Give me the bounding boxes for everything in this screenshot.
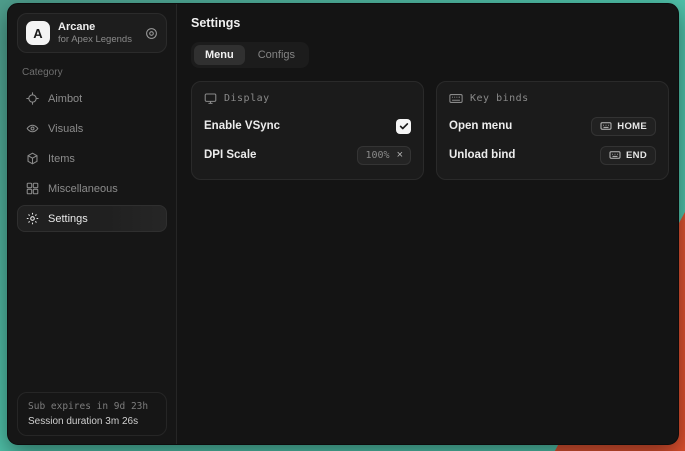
sidebar-item-label: Miscellaneous <box>48 183 118 195</box>
subscription-status-card: Sub expires in 9d 23h Session duration 3… <box>17 392 167 436</box>
sidebar-item-label: Items <box>48 153 75 165</box>
main-panel: Settings Menu Configs Display Enable VSy… <box>177 4 679 444</box>
eye-icon <box>26 122 39 135</box>
sidebar-item-label: Aimbot <box>48 93 82 105</box>
check-icon <box>399 121 409 131</box>
settings-cards: Display Enable VSync DPI Scale 100% × <box>191 81 669 180</box>
vsync-row: Enable VSync <box>204 114 411 138</box>
dpi-label: DPI Scale <box>204 149 256 161</box>
open-menu-row: Open menu HOME <box>449 114 656 138</box>
dpi-scale-input[interactable]: 100% × <box>357 146 411 165</box>
sidebar-item-aimbot[interactable]: Aimbot <box>17 85 167 112</box>
brand-card: A Arcane for Apex Legends <box>17 13 167 53</box>
app-window: A Arcane for Apex Legends Category Aimbo… <box>7 3 679 445</box>
brand-logo: A <box>26 21 50 45</box>
category-label: Category <box>22 67 162 78</box>
unload-bind-row: Unload bind END <box>449 143 656 167</box>
target-disc-icon[interactable] <box>145 27 158 40</box>
keyboard-icon <box>600 121 612 131</box>
unload-bind-key: END <box>626 150 647 161</box>
sidebar: A Arcane for Apex Legends Category Aimbo… <box>8 4 177 444</box>
display-card-title: Display <box>224 93 270 104</box>
settings-tabbar: Menu Configs <box>191 42 309 68</box>
tab-configs[interactable]: Configs <box>247 45 306 65</box>
brand-text: Arcane for Apex Legends <box>58 21 132 45</box>
session-duration-text: Session duration 3m 26s <box>28 416 156 427</box>
sidebar-item-miscellaneous[interactable]: Miscellaneous <box>17 175 167 202</box>
vsync-checkbox[interactable] <box>396 119 411 134</box>
open-menu-key: HOME <box>617 121 647 132</box>
keybinds-card-header: Key binds <box>449 92 656 105</box>
brand-subtitle: for Apex Legends <box>58 34 132 45</box>
display-card-header: Display <box>204 92 411 105</box>
sidebar-item-label: Settings <box>48 213 88 225</box>
display-card: Display Enable VSync DPI Scale 100% × <box>191 81 424 180</box>
keyboard-icon <box>449 92 463 105</box>
tab-menu[interactable]: Menu <box>194 45 245 65</box>
brand-title: Arcane <box>58 21 132 33</box>
open-menu-label: Open menu <box>449 120 512 132</box>
gear-icon <box>26 212 39 225</box>
grid-icon <box>26 182 39 195</box>
sidebar-item-items[interactable]: Items <box>17 145 167 172</box>
sidebar-item-label: Visuals <box>48 123 83 135</box>
open-menu-keybind-button[interactable]: HOME <box>591 117 656 136</box>
monitor-icon <box>204 92 217 105</box>
dpi-scale-value: 100% <box>365 150 389 161</box>
unload-bind-keybind-button[interactable]: END <box>600 146 656 165</box>
sub-expiry-text: Sub expires in 9d 23h <box>28 401 156 412</box>
keybinds-card-title: Key binds <box>470 93 529 104</box>
crosshair-icon <box>26 92 39 105</box>
keyboard-icon <box>609 150 621 160</box>
sidebar-item-settings[interactable]: Settings <box>17 205 167 232</box>
unload-bind-label: Unload bind <box>449 149 515 161</box>
sidebar-spacer <box>17 235 167 392</box>
sidebar-item-visuals[interactable]: Visuals <box>17 115 167 142</box>
dpi-row: DPI Scale 100% × <box>204 143 411 167</box>
vsync-label: Enable VSync <box>204 120 280 132</box>
keybinds-card: Key binds Open menu HOME Unload bin <box>436 81 669 180</box>
cube-icon <box>26 152 39 165</box>
clear-icon[interactable]: × <box>397 150 403 161</box>
page-title: Settings <box>191 16 669 30</box>
brand-logo-letter: A <box>33 26 42 41</box>
